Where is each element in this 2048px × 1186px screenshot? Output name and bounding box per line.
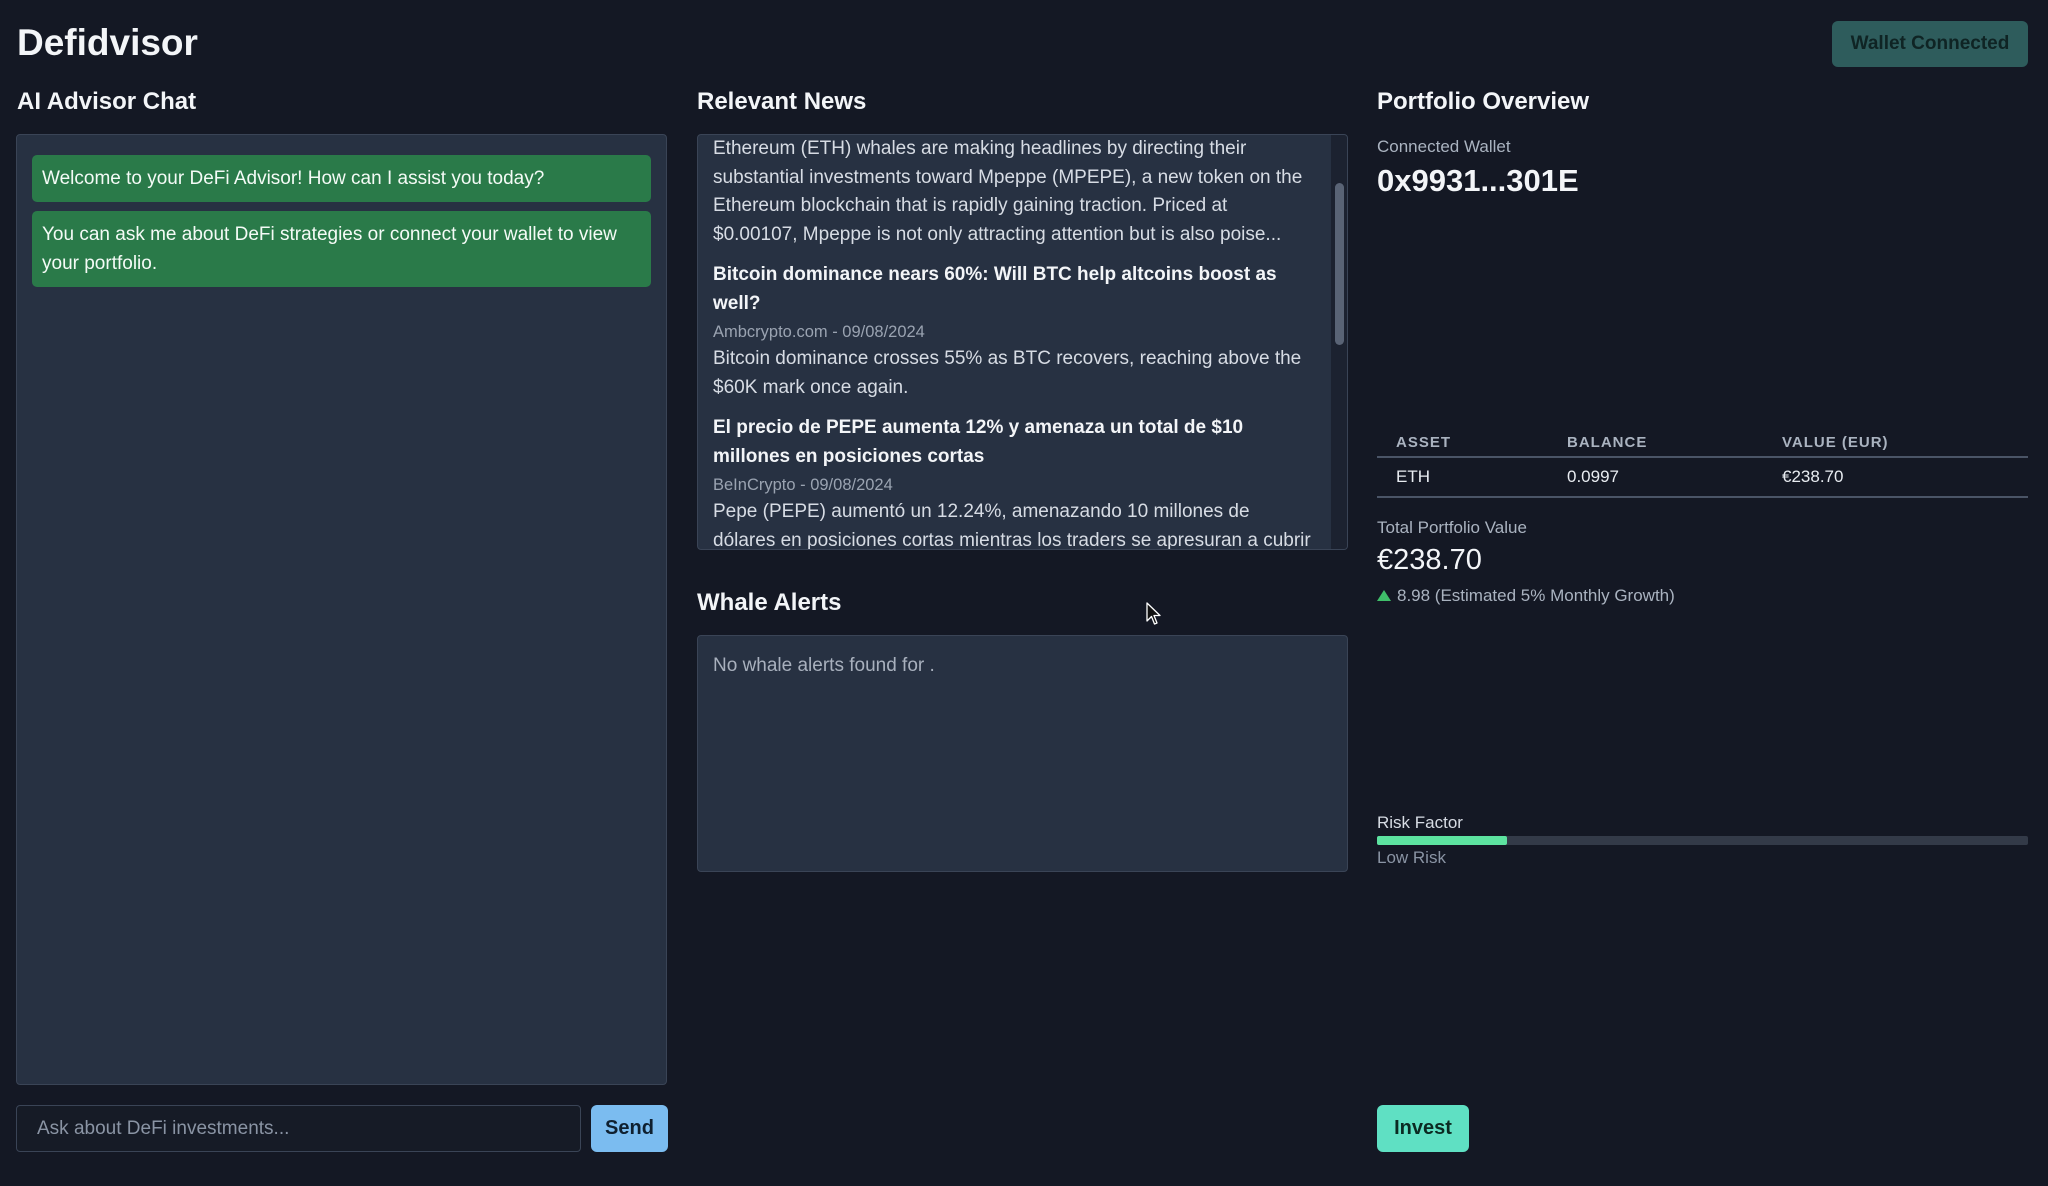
asset-cell: ETH	[1377, 457, 1548, 498]
growth-indicator: 8.98 (Estimated 5% Monthly Growth)	[1377, 586, 1675, 606]
news-description: Bitcoin dominance crosses 55% as BTC rec…	[713, 348, 1302, 398]
news-headline[interactable]: El precio de PEPE aumenta 12% y amenaza …	[713, 414, 1313, 471]
news-item: Bitcoin dominance nears 60%: Will BTC he…	[713, 261, 1313, 402]
news-item: Ethereum (ETH) whales are making headlin…	[713, 135, 1313, 249]
app-title: Defidvisor	[17, 22, 198, 63]
asset-table: ASSET BALANCE VALUE (EUR) ETH 0.0997 €23…	[1377, 429, 2028, 498]
send-button[interactable]: Send	[591, 1105, 668, 1152]
chat-messages-panel[interactable]: Welcome to your DeFi Advisor! How can I …	[16, 134, 667, 1085]
wallet-address: 0x9931...301E	[1377, 163, 1579, 198]
whale-alerts-empty-text: No whale alerts found for .	[713, 655, 935, 676]
news-headline[interactable]: Bitcoin dominance nears 60%: Will BTC he…	[713, 261, 1313, 318]
news-description: Ethereum (ETH) whales are making headlin…	[713, 138, 1303, 245]
news-panel[interactable]: Ethereum (ETH) whales are making headlin…	[697, 134, 1348, 550]
connected-wallet-label: Connected Wallet	[1377, 137, 1511, 156]
news-meta: Ambcrypto.com - 09/08/2024	[713, 323, 925, 341]
column-header-balance: BALANCE	[1548, 429, 1763, 458]
news-title: Relevant News	[697, 88, 867, 115]
mouse-pointer-icon	[1146, 602, 1161, 625]
risk-factor-label: Risk Factor	[1377, 813, 1463, 832]
risk-factor-bar	[1377, 836, 2028, 845]
invest-button[interactable]: Invest	[1377, 1105, 1469, 1152]
column-header-asset: ASSET	[1377, 429, 1548, 458]
whale-alerts-panel: No whale alerts found for .	[697, 635, 1348, 872]
news-item: El precio de PEPE aumenta 12% y amenaza …	[713, 414, 1313, 550]
value-cell: €238.70	[1763, 457, 2028, 498]
total-portfolio-label: Total Portfolio Value	[1377, 518, 1527, 537]
news-scrollbar-thumb[interactable]	[1335, 183, 1344, 345]
chat-input[interactable]	[16, 1105, 581, 1152]
risk-factor-fill	[1377, 836, 1508, 845]
chat-message: Welcome to your DeFi Advisor! How can I …	[32, 155, 651, 202]
risk-level-text: Low Risk	[1377, 848, 1446, 867]
table-row: ETH 0.0997 €238.70	[1377, 457, 2028, 498]
balance-cell: 0.0997	[1548, 457, 1763, 498]
news-list: Ethereum (ETH) whales are making headlin…	[713, 135, 1313, 550]
triangle-up-icon	[1377, 590, 1391, 601]
portfolio-title: Portfolio Overview	[1377, 88, 1590, 115]
chat-title: AI Advisor Chat	[17, 88, 197, 115]
chat-message: You can ask me about DeFi strategies or …	[32, 211, 651, 287]
news-description: Pepe (PEPE) aumentó un 12.24%, amenazand…	[713, 501, 1311, 550]
asset-table-header: ASSET BALANCE VALUE (EUR)	[1377, 429, 2028, 458]
total-portfolio-value: €238.70	[1377, 544, 1482, 576]
wallet-connected-button[interactable]: Wallet Connected	[1832, 21, 2028, 67]
growth-text: 8.98 (Estimated 5% Monthly Growth)	[1397, 586, 1675, 605]
column-header-value: VALUE (EUR)	[1763, 429, 2028, 458]
news-meta: BeInCrypto - 09/08/2024	[713, 476, 893, 494]
whale-alerts-title: Whale Alerts	[697, 589, 842, 616]
news-scrollbar[interactable]	[1331, 135, 1347, 549]
